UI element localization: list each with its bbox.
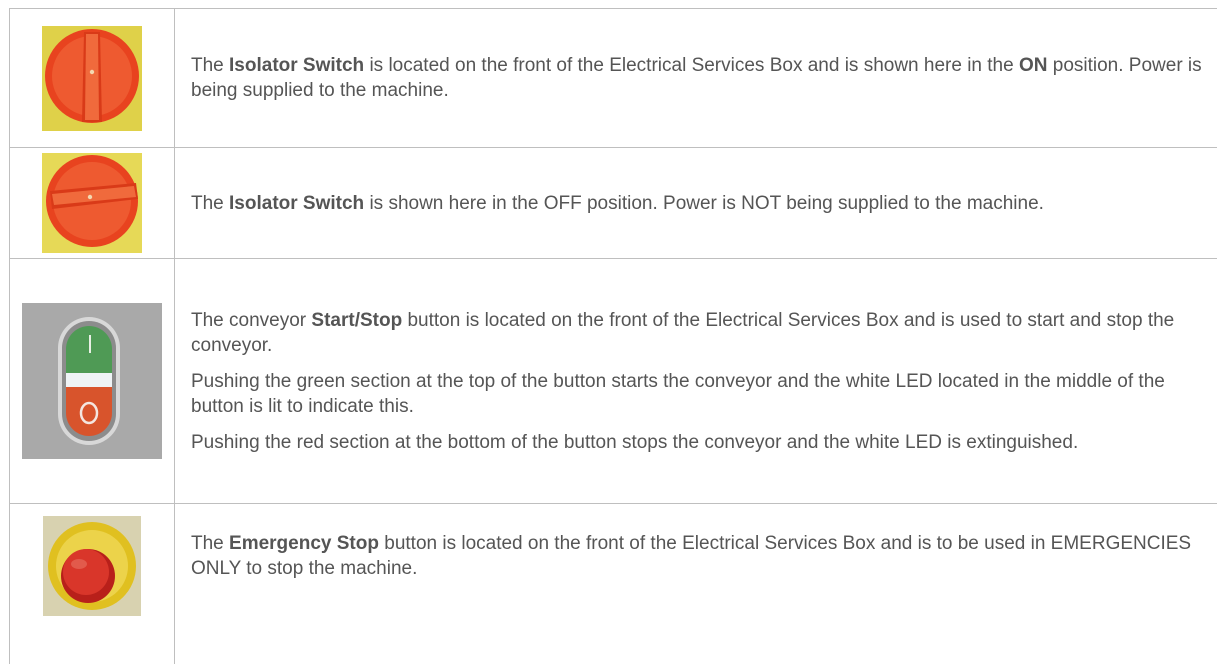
- image-cell: [10, 9, 175, 148]
- text-segment: Pushing the red section at the bottom of…: [191, 432, 1078, 453]
- emergency-stop-button-icon: [43, 516, 141, 616]
- paragraph: Pushing the red section at the bottom of…: [191, 430, 1217, 455]
- table-row: The conveyor Start/Stop button is locate…: [10, 259, 1217, 504]
- text-segment: The: [191, 533, 229, 554]
- table-row: The Isolator Switch is shown here in the…: [10, 148, 1217, 259]
- bold-term: ON: [1019, 55, 1048, 76]
- text-segment: is located on the front of the Electrica…: [364, 55, 1019, 76]
- table-row: The Isolator Switch is located on the fr…: [10, 9, 1217, 148]
- bold-term: Isolator Switch: [229, 55, 364, 76]
- table-row: The Emergency Stop button is located on …: [10, 504, 1217, 664]
- description: The Isolator Switch is shown here in the…: [191, 191, 1217, 216]
- text-segment: The: [191, 55, 229, 76]
- text-segment: The: [191, 193, 229, 214]
- description-cell: The conveyor Start/Stop button is locate…: [175, 259, 1217, 504]
- text-segment: The conveyor: [191, 310, 311, 331]
- description-cell: The Emergency Stop button is located on …: [175, 504, 1217, 664]
- description: The Isolator Switch is located on the fr…: [191, 53, 1217, 103]
- image-cell: [10, 259, 175, 504]
- image-cell: [10, 504, 175, 664]
- bold-term: Isolator Switch: [229, 193, 364, 214]
- bold-term: Start/Stop: [311, 310, 402, 331]
- text-segment: Pushing the green section at the top of …: [191, 371, 1165, 417]
- paragraph: The Emergency Stop button is located on …: [191, 531, 1217, 581]
- description: The Emergency Stop button is located on …: [191, 531, 1217, 581]
- bold-term: Emergency Stop: [229, 533, 379, 554]
- paragraph: The Isolator Switch is shown here in the…: [191, 191, 1217, 216]
- instruction-table: The Isolator Switch is located on the fr…: [9, 8, 1217, 664]
- paragraph: The Isolator Switch is located on the fr…: [191, 53, 1217, 103]
- isolator-switch-on-icon: [42, 26, 142, 131]
- description-cell: The Isolator Switch is located on the fr…: [175, 9, 1217, 148]
- image-cell: [10, 148, 175, 259]
- start-stop-button-icon: [22, 303, 162, 459]
- text-segment: is shown here in the OFF position. Power…: [364, 193, 1044, 214]
- description-cell: The Isolator Switch is shown here in the…: [175, 148, 1217, 259]
- paragraph: Pushing the green section at the top of …: [191, 369, 1217, 419]
- isolator-switch-off-icon: [42, 153, 142, 253]
- paragraph: The conveyor Start/Stop button is locate…: [191, 308, 1217, 358]
- description: The conveyor Start/Stop button is locate…: [191, 308, 1217, 455]
